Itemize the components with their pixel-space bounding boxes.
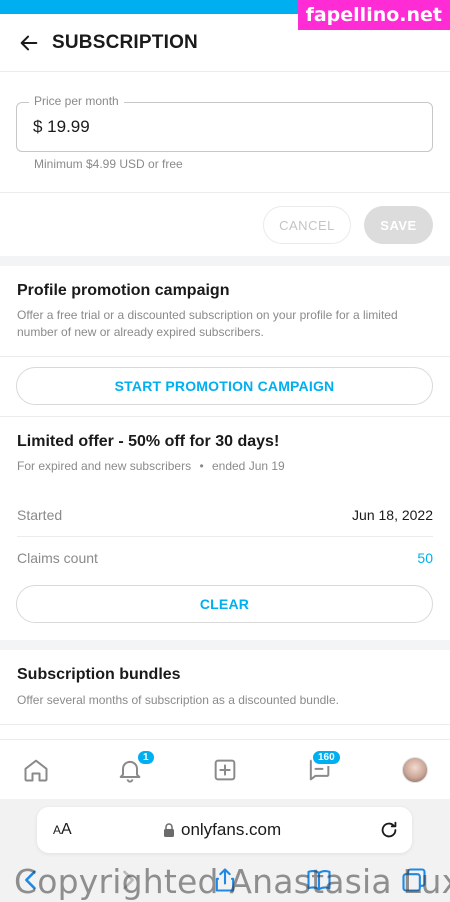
back-arrow-icon[interactable] xyxy=(16,30,42,56)
price-input[interactable]: Price per month $ 19.99 xyxy=(16,94,433,152)
divider xyxy=(0,192,450,193)
address-bar[interactable]: AA onlyfans.com xyxy=(37,807,412,853)
price-label: Price per month xyxy=(29,94,124,108)
page-header: SUBSCRIPTION xyxy=(0,14,450,72)
section-gap xyxy=(0,256,450,266)
url-text: onlyfans.com xyxy=(181,820,282,839)
promotion-description: Offer a free trial or a discounted subsc… xyxy=(17,308,398,339)
page-title: SUBSCRIPTION xyxy=(52,31,198,53)
section-gap xyxy=(0,640,450,650)
start-promotion-button[interactable]: START PROMOTION CAMPAIGN xyxy=(16,367,433,405)
bullet-separator: • xyxy=(199,459,204,473)
clear-button[interactable]: CLEAR xyxy=(16,585,433,623)
promotion-title: Profile promotion campaign xyxy=(17,282,230,299)
add-post-icon[interactable] xyxy=(209,754,241,786)
profile-avatar[interactable] xyxy=(399,754,431,786)
price-value: $ 19.99 xyxy=(33,117,90,136)
bundles-title: Subscription bundles xyxy=(17,666,181,683)
claims-label: Claims count xyxy=(17,550,98,566)
save-button[interactable]: SAVE xyxy=(364,206,433,244)
lock-icon xyxy=(164,823,174,837)
notification-badge: 1 xyxy=(136,749,156,766)
cancel-button[interactable]: CANCEL xyxy=(263,206,351,244)
divider xyxy=(0,356,450,357)
divider xyxy=(17,536,433,537)
offer-title: Limited offer - 50% off for 30 days! xyxy=(17,433,280,450)
url-display[interactable]: onlyfans.com xyxy=(163,820,281,840)
offer-end-date: ended Jun 19 xyxy=(211,459,285,473)
started-value: Jun 18, 2022 xyxy=(352,507,433,523)
started-label: Started xyxy=(17,507,63,523)
bottom-navigation: 1 160 xyxy=(0,739,450,799)
offer-audience: For expired and new subscribers xyxy=(17,459,192,473)
reload-icon[interactable] xyxy=(378,819,400,841)
price-hint: Minimum $4.99 USD or free xyxy=(34,157,183,171)
bundles-description: Offer several months of subscription as … xyxy=(17,693,339,707)
offer-subtitle: For expired and new subscribers • ended … xyxy=(17,458,432,475)
divider xyxy=(0,724,450,725)
messages-badge: 160 xyxy=(311,749,342,766)
home-icon[interactable] xyxy=(20,754,52,786)
copyright-watermark: Copyrighted Anastasia Lux xyxy=(14,862,450,901)
avatar xyxy=(402,757,428,783)
divider xyxy=(0,416,450,417)
reader-settings-button[interactable]: AA xyxy=(53,821,72,839)
claims-value[interactable]: 50 xyxy=(417,550,433,566)
